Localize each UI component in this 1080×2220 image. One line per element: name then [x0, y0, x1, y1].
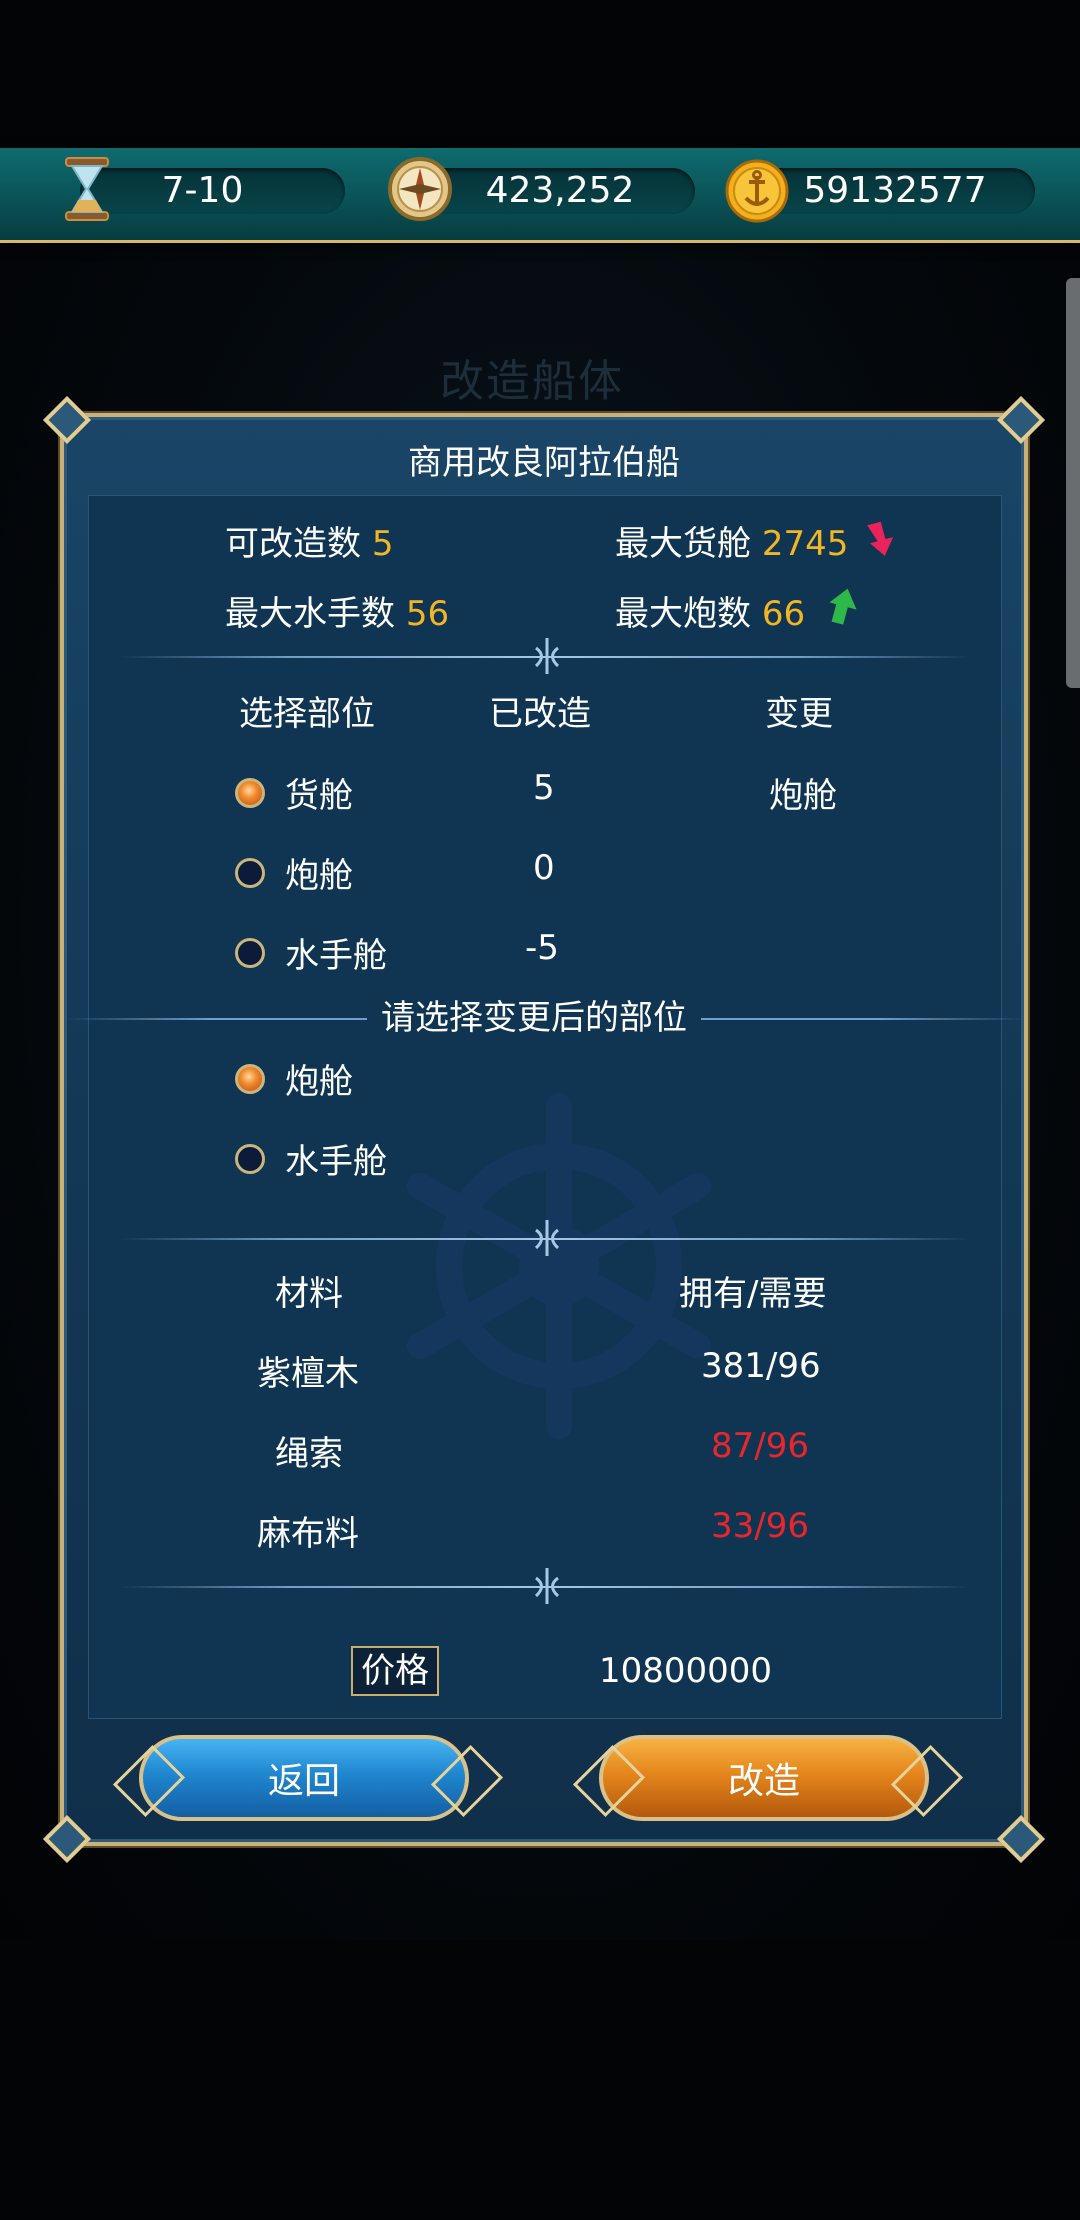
part-label: 炮舱 — [285, 856, 353, 896]
max-cannon-stat: 最大炮数 66 — [615, 586, 805, 635]
price-value: 10800000 — [599, 1651, 773, 1691]
back-button-label: 返回 — [267, 1761, 340, 1802]
max-cargo-label: 最大货舱 — [615, 524, 751, 564]
part-modified-value: 0 — [533, 848, 555, 888]
price-label: 价格 — [351, 1646, 439, 1696]
part-radio-cargo[interactable] — [235, 778, 265, 808]
mod-count-value: 5 — [371, 524, 394, 564]
decrease-arrow-icon — [867, 521, 894, 556]
max-sailors-label: 最大水手数 — [225, 594, 395, 634]
divider-ornament-icon — [534, 1568, 560, 1604]
back-button[interactable]: 返回 — [139, 1735, 469, 1821]
header-material: 材料 — [275, 1274, 343, 1314]
change-prompt-text: 请选择变更后的部位 — [367, 990, 701, 1039]
max-cargo-value: 2745 — [761, 524, 849, 564]
change-radio-sailor[interactable] — [235, 1144, 265, 1174]
background-title: 改造船体 — [440, 356, 624, 407]
modify-button[interactable]: 改造 — [599, 1735, 929, 1821]
material-amount-insufficient: 33/96 — [711, 1506, 809, 1546]
background-side-panel — [1066, 278, 1080, 688]
header-select-part: 选择部位 — [239, 694, 375, 734]
material-name: 麻布料 — [257, 1514, 359, 1554]
material-amount: 381/96 — [701, 1346, 821, 1386]
header-modified: 已改造 — [489, 694, 591, 734]
max-cannon-label: 最大炮数 — [615, 594, 751, 634]
ship-name-title: 商用改良阿拉伯船 — [408, 443, 680, 483]
modify-button-label: 改造 — [727, 1761, 800, 1802]
header-owned-needed: 拥有/需要 — [679, 1274, 827, 1314]
max-sailors-value: 56 — [405, 594, 450, 634]
part-radio-sailor[interactable] — [235, 938, 265, 968]
increase-arrow-icon — [829, 588, 857, 625]
compass-value: 423,252 — [485, 170, 635, 211]
change-option-label: 水手舱 — [285, 1142, 387, 1182]
material-name: 绳索 — [275, 1434, 343, 1474]
max-sailors-stat: 最大水手数 56 — [225, 586, 449, 635]
hourglass-icon — [65, 157, 109, 221]
mod-count-stat: 可改造数 5 — [225, 516, 393, 565]
section-divider — [119, 1568, 971, 1604]
part-modified-value: 5 — [533, 768, 555, 808]
part-modified-value: -5 — [525, 928, 559, 968]
gold-anchor-icon — [725, 159, 789, 223]
change-radio-cannon[interactable] — [235, 1064, 265, 1094]
max-cargo-stat: 最大货舱 2745 — [615, 516, 848, 565]
max-cannon-value: 66 — [761, 594, 806, 634]
ship-modify-dialog: 商用改良阿拉伯船 可改造数 5 最大货舱 2745 最大水手数 56 最大炮数 … — [42, 395, 1046, 1864]
section-divider — [119, 638, 971, 674]
material-amount-insufficient: 87/96 — [711, 1426, 809, 1466]
section-divider — [119, 1220, 971, 1256]
divider-ornament-icon — [534, 1220, 560, 1256]
compass-icon — [388, 157, 452, 221]
material-name: 紫檀木 — [257, 1354, 359, 1394]
dialog-content-panel: 可改造数 5 最大货舱 2745 最大水手数 56 最大炮数 66 选择部位 已… — [65, 495, 1025, 1719]
header-change: 变更 — [765, 694, 833, 734]
change-option-label: 炮舱 — [285, 1062, 353, 1102]
gold-value: 59132577 — [803, 170, 987, 211]
game-screen: 改造船体 7-10 423,252 59132577 商用改良阿拉伯船 可改造数… — [0, 0, 1080, 2220]
part-label: 水手舱 — [285, 936, 387, 976]
part-label: 货舱 — [285, 776, 353, 816]
mod-count-label: 可改造数 — [225, 524, 361, 564]
part-change-value: 炮舱 — [769, 776, 837, 816]
divider-ornament-icon — [534, 638, 560, 674]
resource-bar: 7-10 423,252 59132577 — [0, 148, 1080, 243]
part-radio-cannon[interactable] — [235, 858, 265, 888]
